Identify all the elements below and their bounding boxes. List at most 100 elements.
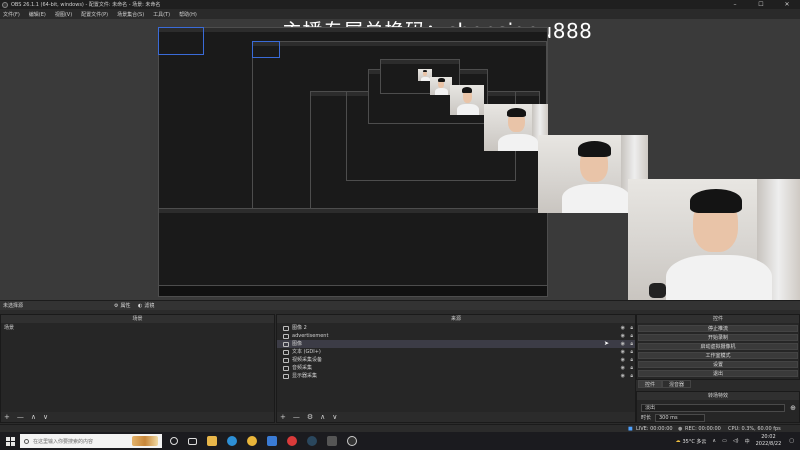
chrome-icon[interactable] <box>247 436 257 446</box>
window-controls: – ☐ ✕ <box>722 0 800 9</box>
taskbar-clock[interactable]: 20:02 2022/8/22 <box>756 434 782 448</box>
scenes-list: 场景 <box>1 324 274 332</box>
weather-text[interactable]: 35°C 多云 <box>682 438 706 445</box>
preview-canvas[interactable]: 主播专属兑换码：chensigou888 主播专属兑换码：chensigou88… <box>0 19 800 300</box>
source-item[interactable]: advertisement ◉ 🔒︎ <box>277 332 635 340</box>
duration-input[interactable]: 300 ms <box>655 414 705 422</box>
lock-icon[interactable]: 🔒︎ <box>630 324 633 332</box>
transitions-title: 转场特效 <box>637 392 799 400</box>
webcam-feed-main <box>628 179 800 300</box>
lock-icon[interactable]: 🔒︎ <box>630 332 633 340</box>
image-icon <box>283 325 289 331</box>
notification-icon[interactable]: ▢ <box>789 438 794 444</box>
file-explorer-icon[interactable] <box>207 436 217 446</box>
menu-help[interactable]: 帮助(H) <box>179 11 197 18</box>
visibility-eye-icon[interactable]: ◉ <box>621 364 625 372</box>
source-item[interactable]: 视频采集设备 ◉ 🔒︎ <box>277 356 635 364</box>
window-title-bar: OBS 26.1.1 (64-bit, windows) - 配置文件: 未命名… <box>0 0 800 9</box>
scenes-title: 场景 <box>1 315 274 323</box>
taskbar-search[interactable]: 在这里输入你要搜索的内容 <box>20 434 162 448</box>
source-down-button[interactable]: ∨ <box>332 412 337 422</box>
webcam-feed <box>450 85 484 115</box>
app-red-icon[interactable] <box>287 436 297 446</box>
lock-icon[interactable]: 🔒︎ <box>630 364 633 372</box>
media-player-icon[interactable] <box>267 436 277 446</box>
lock-icon[interactable]: 🔒︎ <box>630 348 633 356</box>
filters-button[interactable]: ◐ 滤镜 <box>138 302 154 310</box>
search-icon <box>24 438 29 444</box>
add-transition-icon[interactable]: ⊕ <box>790 404 796 412</box>
lock-icon[interactable]: 🔒︎ <box>630 372 633 380</box>
source-toolbar: 未选择源 ⚙ 属性 ◐ 滤镜 <box>0 300 800 310</box>
cortana-icon[interactable] <box>170 437 178 445</box>
app-tool-icon[interactable] <box>327 436 337 446</box>
source-properties-button[interactable]: ⚙ <box>307 412 313 422</box>
tab-controls[interactable]: 控件 <box>638 380 663 388</box>
source-item-selected[interactable]: 图像 ➤ ◉ 🔒︎ <box>277 340 635 348</box>
sources-toolbar: + — ⚙ ∧ ∨ <box>277 412 635 422</box>
visibility-eye-icon[interactable]: ◉ <box>621 348 625 356</box>
sources-panel: 来源 图像 2 ◉ 🔒︎ advertisement ◉ 🔒︎ 图像 ➤ ◉ 🔒… <box>276 314 636 423</box>
visibility-eye-icon[interactable]: ◉ <box>621 324 625 332</box>
filter-icon: ◐ <box>138 302 143 309</box>
tab-audio-mixer[interactable]: 混音器 <box>662 380 692 388</box>
steam-icon[interactable] <box>307 436 317 446</box>
system-tray: ☁ 35°C 多云 ∧ ▭ ◁) 中 20:02 2022/8/22 ▢ <box>675 432 800 450</box>
source-item[interactable]: 文本 (GDI+) ◉ 🔒︎ <box>277 348 635 356</box>
scene-item[interactable]: 场景 <box>1 324 274 332</box>
transition-type-select[interactable]: 淡出 <box>641 404 785 412</box>
source-up-button[interactable]: ∧ <box>320 412 325 422</box>
add-source-button[interactable]: + <box>280 412 286 422</box>
start-recording-button[interactable]: 开始录制 <box>638 334 798 341</box>
exit-button[interactable]: 退出 <box>638 370 798 377</box>
nested-preview-frame <box>158 208 548 288</box>
no-source-selected-label: 未选择源 <box>3 303 24 309</box>
ime-icon[interactable]: 中 <box>745 438 750 445</box>
close-button[interactable]: ✕ <box>774 0 800 9</box>
source-item[interactable]: 图像 2 ◉ 🔒︎ <box>277 324 635 332</box>
source-item[interactable]: 音频采集 ◉ 🔒︎ <box>277 364 635 372</box>
visibility-eye-icon[interactable]: ◉ <box>621 332 625 340</box>
network-icon[interactable]: ▭ <box>722 438 727 444</box>
obs-taskbar-icon[interactable] <box>347 436 357 446</box>
source-item[interactable]: 显示器采集 ◉ 🔒︎ <box>277 372 635 380</box>
studio-mode-button[interactable]: 工作室模式 <box>638 352 798 359</box>
menu-tools[interactable]: 工具(T) <box>153 11 170 18</box>
menu-scene-collection[interactable]: 场景集合(S) <box>117 11 144 18</box>
scene-up-button[interactable]: ∧ <box>31 412 36 422</box>
visibility-eye-icon[interactable]: ◉ <box>621 340 625 348</box>
visibility-eye-icon[interactable]: ◉ <box>621 372 625 380</box>
menu-file[interactable]: 文件(F) <box>3 11 20 18</box>
mouse-cursor-icon: ➤ <box>603 340 609 347</box>
status-bar: ■ LIVE: 00:00:00 ● REC: 00:00:00 CPU: 0.… <box>0 424 800 432</box>
obs-logo-icon <box>2 1 8 8</box>
menu-view[interactable]: 视图(V) <box>55 11 72 18</box>
monitor-icon <box>283 373 289 379</box>
task-view-icon[interactable] <box>188 437 197 445</box>
search-highlight-image <box>132 436 158 446</box>
menu-profile[interactable]: 配置文件(P) <box>81 11 108 18</box>
menu-bar: 文件(F) 编辑(E) 视图(V) 配置文件(P) 场景集合(S) 工具(T) … <box>0 9 800 19</box>
visibility-eye-icon[interactable]: ◉ <box>621 356 625 364</box>
window-title: OBS 26.1.1 (64-bit, windows) - 配置文件: 未命名… <box>11 2 161 8</box>
windows-logo-icon <box>5 436 15 446</box>
tray-overflow-icon[interactable]: ∧ <box>712 438 716 444</box>
scene-down-button[interactable]: ∨ <box>43 412 48 422</box>
minimize-button[interactable]: – <box>722 0 748 9</box>
edge-browser-icon[interactable] <box>227 436 237 446</box>
maximize-button[interactable]: ☐ <box>748 0 774 9</box>
start-virtual-camera-button[interactable]: 启动虚拟摄像机 <box>638 343 798 350</box>
start-button[interactable] <box>0 432 20 450</box>
remove-source-button[interactable]: — <box>293 412 300 422</box>
add-scene-button[interactable]: + <box>4 412 10 422</box>
lock-icon[interactable]: 🔒︎ <box>630 356 633 364</box>
properties-button[interactable]: ⚙ 属性 <box>114 302 131 310</box>
nested-taskbar <box>158 285 548 297</box>
remove-scene-button[interactable]: — <box>17 412 24 422</box>
stop-streaming-button[interactable]: 停止推流 <box>638 325 798 332</box>
volume-icon[interactable]: ◁) <box>733 438 739 444</box>
lock-icon[interactable]: 🔒︎ <box>630 340 633 348</box>
menu-edit[interactable]: 编辑(E) <box>29 11 46 18</box>
settings-button[interactable]: 设置 <box>638 361 798 368</box>
selection-box <box>252 41 280 58</box>
